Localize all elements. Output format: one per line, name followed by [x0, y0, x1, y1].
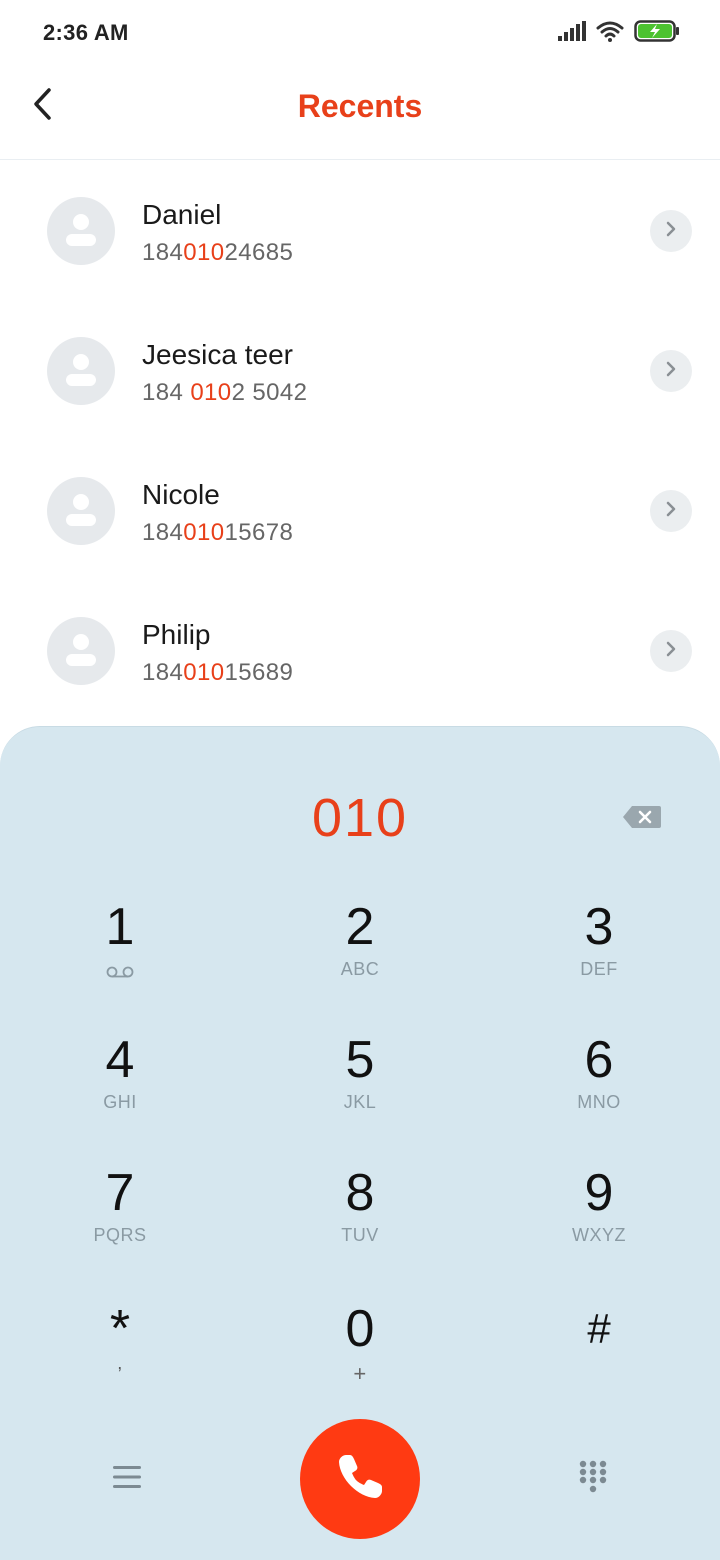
- contact-name: Daniel: [142, 199, 222, 230]
- phone-icon: [332, 1449, 388, 1510]
- dialer-screen: 2:36 AM Recents Daniel 18401024685 Jeesi…: [0, 0, 720, 1560]
- contact-number: 184 0102 5042: [142, 379, 308, 406]
- contact-detail-button[interactable]: [650, 630, 692, 672]
- signal-icon: [558, 20, 586, 46]
- dialed-number: 010: [311, 788, 409, 848]
- dial-key-star[interactable]: * ,: [40, 1299, 200, 1419]
- dial-key-6[interactable]: 6 MNO: [519, 1030, 679, 1150]
- dial-key-5[interactable]: 5 JKL: [280, 1030, 440, 1150]
- contact-row[interactable]: Philip 18401015689: [0, 581, 720, 721]
- contact-name: Philip: [142, 619, 211, 650]
- avatar: [47, 197, 115, 265]
- chevron-right-icon: [665, 640, 677, 663]
- battery-charging-icon: [634, 19, 680, 47]
- avatar: [47, 477, 115, 545]
- chevron-right-icon: [665, 360, 677, 383]
- backspace-button[interactable]: [620, 803, 664, 835]
- keypad-toggle-button[interactable]: [566, 1453, 620, 1505]
- contact-number: 18401024685: [142, 239, 294, 266]
- dial-key-hash[interactable]: #: [519, 1299, 679, 1419]
- contact-row[interactable]: Daniel 18401024685: [0, 161, 720, 301]
- wifi-icon: [596, 20, 624, 47]
- dialer-panel: 010 1 2 ABC 3 DEF 4 GHI 5 JKL 6 MNO 7 PQ…: [0, 726, 720, 1560]
- contact-detail-button[interactable]: [650, 490, 692, 532]
- chevron-right-icon: [665, 500, 677, 523]
- status-bar: 2:36 AM: [0, 0, 720, 66]
- number-match: 010: [183, 659, 225, 686]
- dial-key-3[interactable]: 3 DEF: [519, 897, 679, 1017]
- dial-key-4[interactable]: 4 GHI: [40, 1030, 200, 1150]
- contact-name: Nicole: [142, 479, 220, 510]
- dial-key-0[interactable]: 0 +: [280, 1299, 440, 1419]
- number-match: 010: [190, 379, 232, 406]
- dial-key-9[interactable]: 9 WXYZ: [519, 1163, 679, 1283]
- voicemail-icon: [106, 965, 134, 983]
- contact-detail-button[interactable]: [650, 350, 692, 392]
- chevron-right-icon: [665, 220, 677, 243]
- dial-key-2[interactable]: 2 ABC: [280, 897, 440, 1017]
- backspace-icon: [622, 805, 662, 834]
- contact-name: Jeesica teer: [142, 339, 293, 370]
- dial-key-1[interactable]: 1: [40, 897, 200, 1017]
- dialer-bottom-bar: [0, 1419, 720, 1539]
- page-title: Recents: [297, 88, 423, 124]
- number-match: 010: [183, 239, 225, 266]
- dialpad-icon: [578, 1459, 608, 1500]
- number-match: 010: [183, 519, 225, 546]
- dial-key-8[interactable]: 8 TUV: [280, 1163, 440, 1283]
- status-icons: [558, 18, 680, 48]
- status-time: 2:36 AM: [43, 20, 129, 45]
- header: Recents: [0, 66, 720, 160]
- contact-number: 18401015678: [142, 519, 294, 546]
- contact-row[interactable]: Jeesica teer 184 0102 5042: [0, 301, 720, 441]
- avatar: [47, 337, 115, 405]
- avatar: [47, 617, 115, 685]
- menu-button[interactable]: [100, 1455, 154, 1503]
- contact-number: 18401015689: [142, 659, 294, 686]
- contact-results-list: Daniel 18401024685 Jeesica teer 184 0102…: [0, 161, 720, 721]
- contact-detail-button[interactable]: [650, 210, 692, 252]
- dial-key-7[interactable]: 7 PQRS: [40, 1163, 200, 1283]
- contact-row[interactable]: Nicole 18401015678: [0, 441, 720, 581]
- menu-icon: [112, 1464, 142, 1495]
- call-button[interactable]: [300, 1419, 420, 1539]
